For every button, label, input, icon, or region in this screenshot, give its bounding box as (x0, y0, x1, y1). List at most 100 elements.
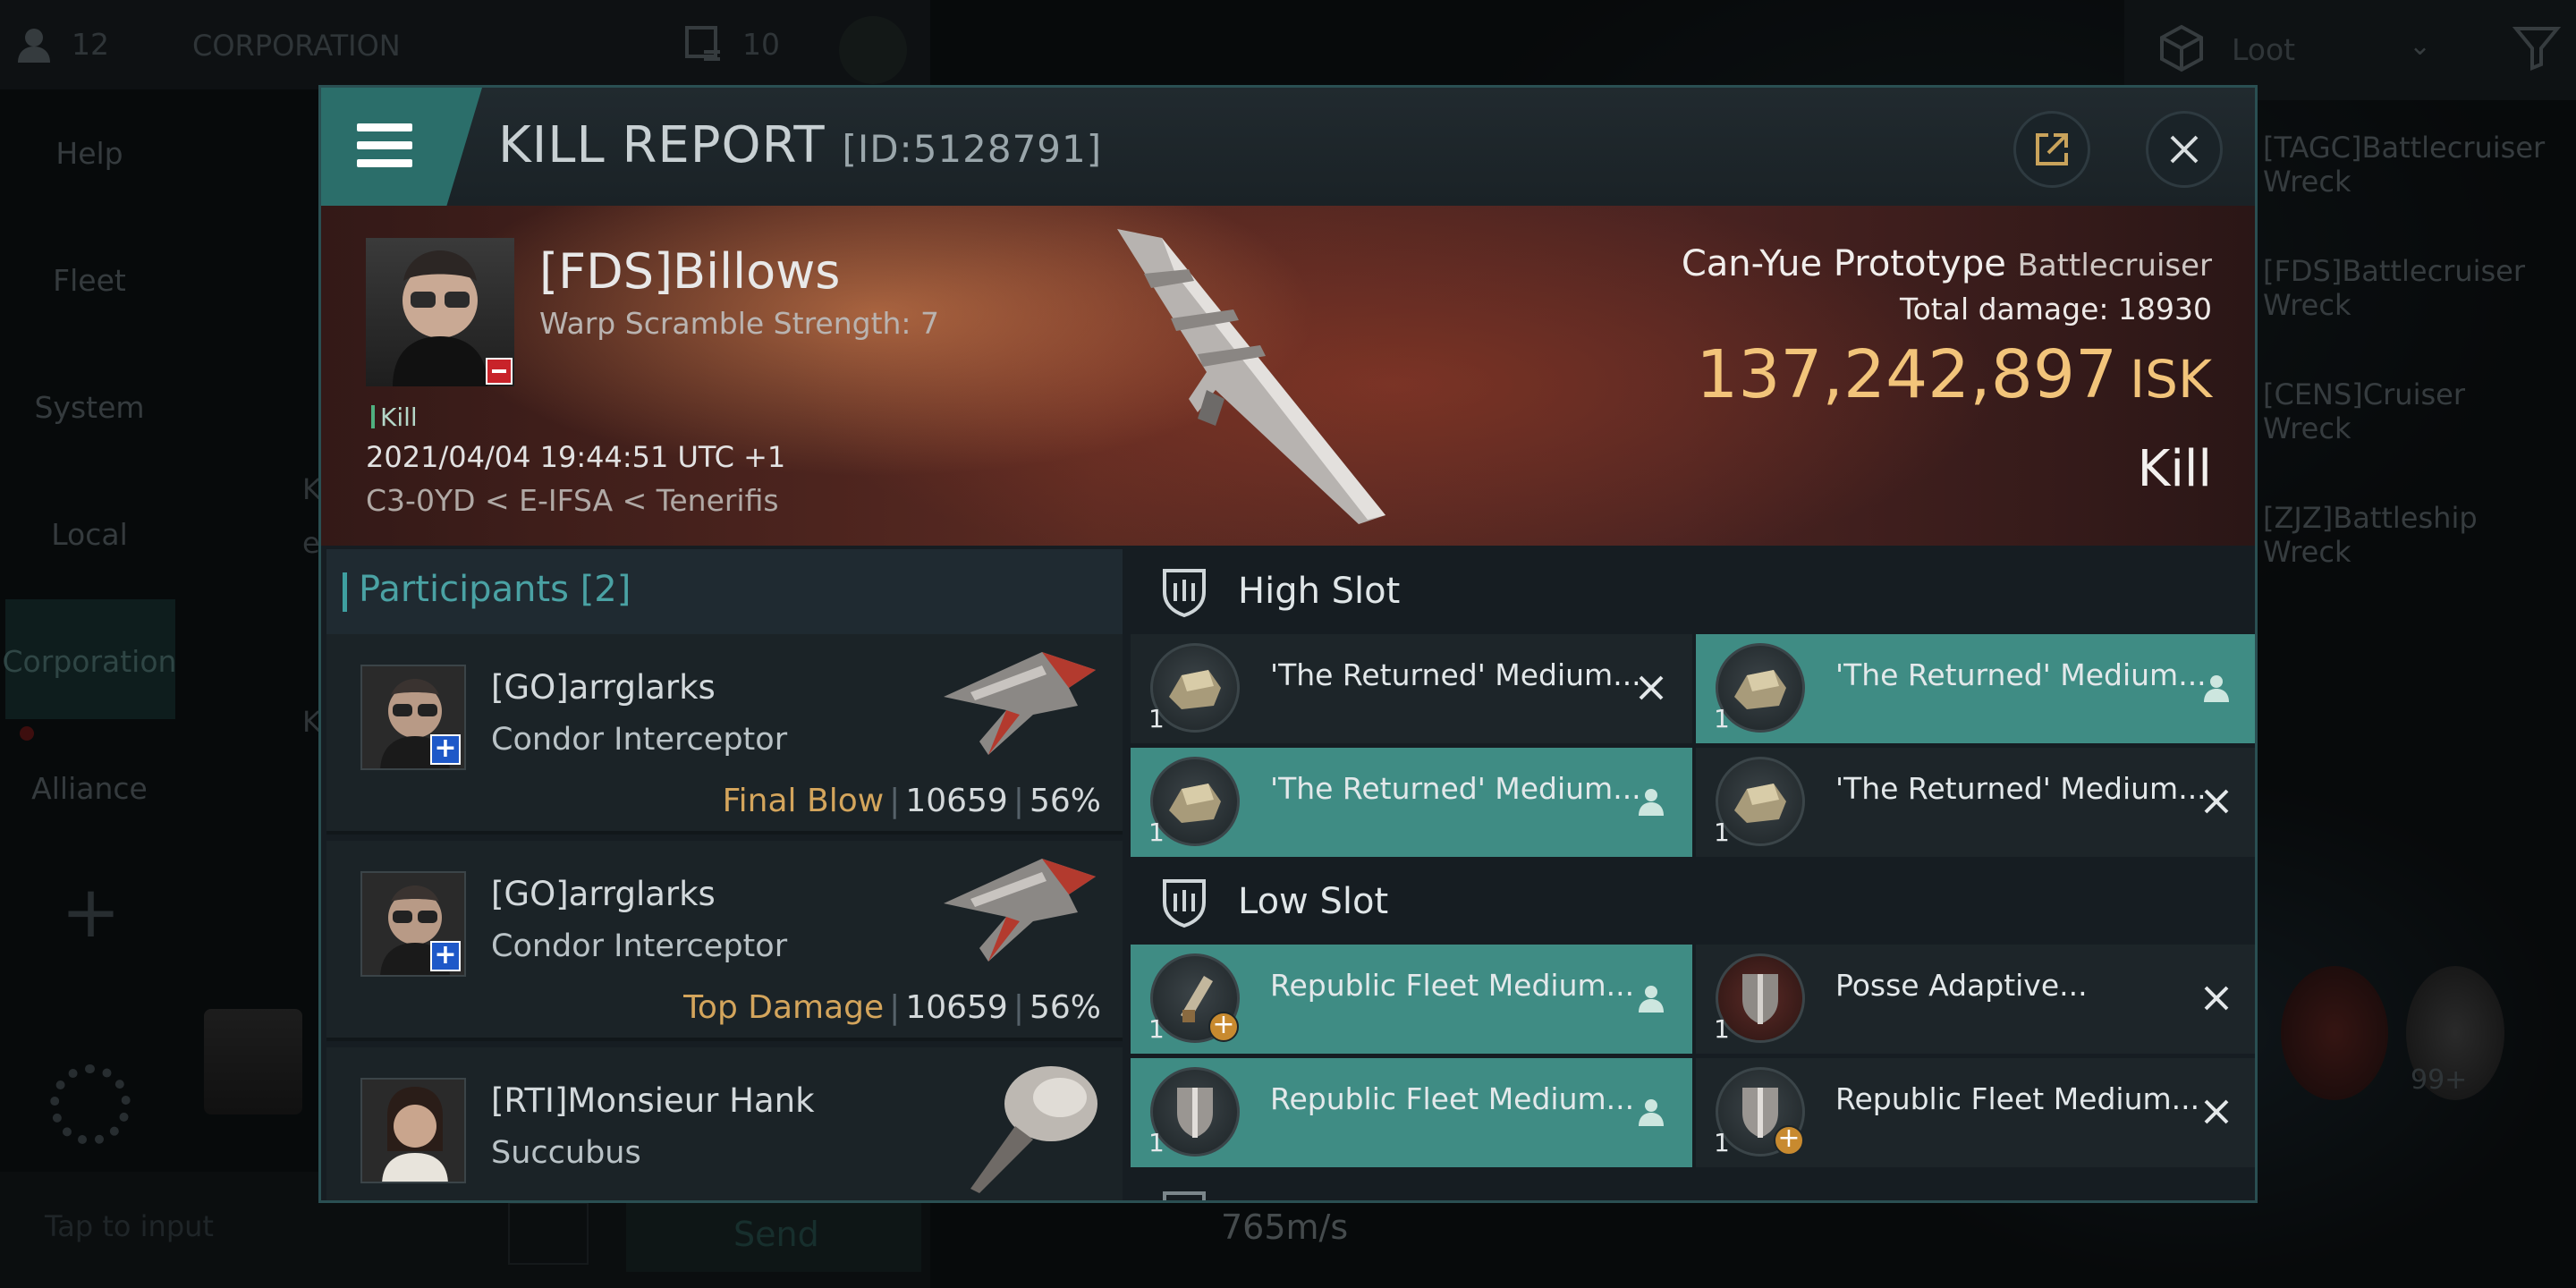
participants-title: Participants (359, 569, 569, 610)
destroyed-x-icon (2204, 986, 2229, 1011)
participant-role: Top Damage (683, 989, 885, 1026)
low-slot-icon (1163, 879, 1206, 928)
module-name: 'The Returned' Medium... (1835, 771, 2207, 806)
module-name: Republic Fleet Medium... (1270, 1081, 1635, 1116)
kill-location: C3-0YD < E-IFSA < Tenerifis (366, 483, 779, 518)
participants-count: [2] (580, 569, 631, 610)
kill-tag: Kill (371, 402, 418, 432)
total-damage-value: 18930 (2118, 292, 2212, 326)
participant-ship: Condor Interceptor (491, 722, 788, 758)
kill-result: Kill (2137, 440, 2212, 498)
module-item[interactable]: + 1 Republic Fleet Medium... (1696, 1058, 2255, 1167)
menu-button[interactable] (321, 88, 482, 206)
kill-datetime: 2021/04/04 19:44:51 UTC +1 (366, 440, 786, 474)
module-quantity: 1 (1714, 704, 1730, 733)
participant-stats: Top Damage | 10659 | 56% (683, 989, 1101, 1026)
participant-portrait: + (360, 871, 466, 977)
module-quantity: 1 (1148, 818, 1165, 847)
participant-portrait: + (360, 665, 466, 770)
participants-header: Participants [2] (326, 549, 1123, 634)
destroyed-x-icon (1639, 675, 1664, 700)
destroyed-x-icon (2204, 789, 2229, 814)
dropped-person-icon (2204, 675, 2229, 702)
add-badge-icon: + (1774, 1125, 1804, 1156)
pilot-portrait-image (382, 1087, 448, 1182)
participant-damage: 10659 (905, 783, 1008, 819)
high-slot-icon (1163, 569, 1206, 618)
participant-ship: Condor Interceptor (491, 928, 788, 964)
module-name: Posse Adaptive... (1835, 968, 2088, 1003)
title-text: KILL REPORT (498, 116, 826, 174)
isk-amount: 137,242,897 (1696, 336, 2118, 413)
module-item[interactable]: 1 'The Returned' Medium... (1696, 748, 2255, 857)
participant-ship: Succubus (491, 1135, 641, 1171)
high-slot-label: High Slot (1238, 571, 1401, 612)
module-item[interactable]: 1 'The Returned' Medium... (1696, 634, 2255, 743)
next-section-header-partial (1131, 1172, 2255, 1200)
dropped-person-icon (1639, 986, 1664, 1013)
participant-portrait (360, 1078, 466, 1183)
ship-title: Can-Yue Prototype Battlecruiser (1682, 243, 2212, 284)
dialog-title: KILL REPORT [ID:5128791] (498, 116, 1102, 174)
dialog-header: KILL REPORT [ID:5128791] (321, 88, 2255, 206)
fleet-plus-icon: + (430, 734, 461, 765)
total-damage: Total damage: 18930 (1900, 292, 2212, 326)
ship-render (944, 859, 1096, 962)
participant-card[interactable]: + [GO]arrglarks Condor Interceptor Top D… (326, 841, 1123, 1041)
low-slot-label: Low Slot (1238, 881, 1389, 922)
ship-name: Can-Yue Prototype (1681, 243, 2006, 284)
participant-name: [RTI]Monsieur Hank (491, 1081, 815, 1120)
hamburger-icon (357, 159, 412, 167)
participant-stats: Final Blow | 10659 | 56% (722, 783, 1101, 819)
slot-icon (1163, 1191, 1206, 1200)
module-item[interactable]: 1 'The Returned' Medium... (1131, 748, 1692, 857)
add-badge-icon: + (1208, 1012, 1239, 1042)
module-name: 'The Returned' Medium... (1270, 771, 1641, 806)
fleet-plus-icon: + (430, 941, 461, 971)
module-quantity: 1 (1714, 818, 1730, 847)
hamburger-icon (357, 141, 412, 149)
module-name: Republic Fleet Medium... (1835, 1081, 2200, 1116)
share-button[interactable] (2013, 111, 2090, 188)
module-quantity: 1 (1148, 704, 1165, 733)
low-slot-header: Low Slot (1131, 860, 2255, 945)
module-item[interactable]: 1 Posse Adaptive... (1696, 945, 2255, 1054)
close-icon (2170, 135, 2199, 164)
module-item[interactable]: + 1 Republic Fleet Medium... (1131, 945, 1692, 1054)
ship-render (944, 652, 1096, 755)
victim-banner: [FDS]Billows Warp Scramble Strength: 7 K… (321, 206, 2255, 546)
dropped-person-icon (1639, 1099, 1664, 1126)
module-name: Republic Fleet Medium... (1270, 968, 1635, 1003)
total-damage-label: Total damage: (1900, 292, 2109, 326)
victim-name: [FDS]Billows (539, 243, 841, 300)
participant-percent: 56% (1029, 783, 1101, 819)
kill-report-dialog: KILL REPORT [ID:5128791] [FDS]Billows Wa… (318, 85, 2258, 1203)
module-name: 'The Returned' Medium... (1835, 657, 2207, 692)
module-quantity: 1 (1714, 1128, 1730, 1157)
ship-class: Battlecruiser (2017, 248, 2212, 284)
external-link-icon (2036, 133, 2068, 165)
ship-render (970, 1066, 1097, 1193)
ship-render (1117, 229, 1385, 524)
kill-id: [ID:5128791] (842, 127, 1103, 171)
isk-value: 137,242,897 ISK (1696, 336, 2212, 413)
participant-card[interactable]: + [GO]arrglarks Condor Interceptor Final… (326, 634, 1123, 835)
module-quantity: 1 (1148, 1014, 1165, 1044)
participant-percent: 56% (1029, 989, 1101, 1026)
close-button[interactable] (2146, 111, 2223, 188)
high-slot-header: High Slot (1131, 549, 2255, 634)
participant-damage: 10659 (905, 989, 1008, 1026)
destroyed-x-icon (2204, 1099, 2229, 1124)
module-quantity: 1 (1714, 1014, 1730, 1044)
hamburger-icon (357, 123, 412, 131)
dropped-person-icon (1639, 789, 1664, 816)
module-name: 'The Returned' Medium... (1270, 657, 1641, 692)
module-item[interactable]: 1 'The Returned' Medium... (1131, 634, 1692, 743)
victim-portrait[interactable] (366, 238, 514, 386)
participant-name: [GO]arrglarks (491, 668, 716, 707)
warp-scramble-strength: Warp Scramble Strength: 7 (539, 306, 940, 341)
participant-role: Final Blow (722, 783, 885, 819)
module-item[interactable]: 1 Republic Fleet Medium... (1131, 1058, 1692, 1167)
isk-unit: ISK (2130, 349, 2212, 410)
participant-card[interactable]: [RTI]Monsieur Hank Succubus (326, 1047, 1123, 1200)
